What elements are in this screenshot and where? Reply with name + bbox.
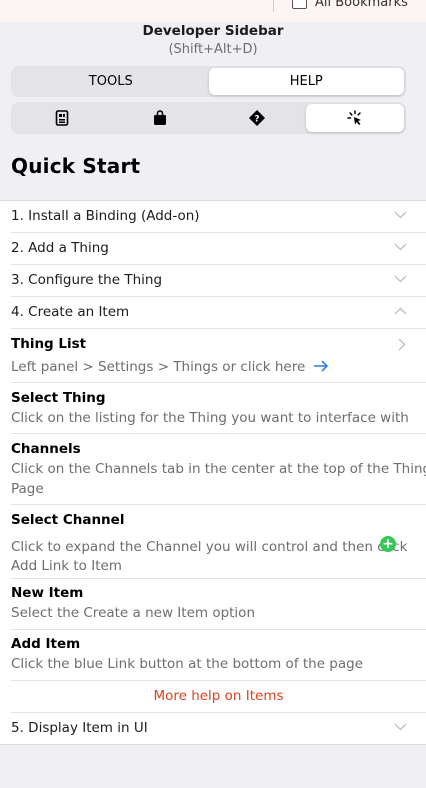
quick-start-panel: 1. Install a Binding (Add-on) 2. Add a T… <box>0 200 426 745</box>
step-description: Select the Create a new Item option <box>11 605 256 621</box>
section-configure-thing[interactable]: 3. Configure the Thing <box>11 265 426 297</box>
main-tabs: TOOLS HELP <box>11 66 406 97</box>
chevron-up-icon <box>394 307 407 315</box>
chevron-down-icon <box>394 211 407 219</box>
help-icon-tabs: ? <box>11 102 406 134</box>
step-title: Add Item <box>11 636 81 652</box>
step-title: Select Thing <box>11 390 106 406</box>
step-title: Thing List <box>11 336 87 352</box>
step-new-item: New Item Select the Create a new Item op… <box>11 579 426 630</box>
step-select-thing: Select Thing Click on the listing for th… <box>11 383 426 434</box>
bookmarks-separator <box>273 0 274 12</box>
file-icon <box>55 110 69 126</box>
more-help-link[interactable]: More help on Items <box>11 688 426 704</box>
step-add-item: Add Item Click the blue Link button at t… <box>11 630 426 681</box>
section-label: 2. Add a Thing <box>11 240 109 256</box>
tab-help[interactable]: HELP <box>208 68 404 95</box>
step-select-channel: Select Channel Click to expand the Chann… <box>11 505 426 579</box>
icon-tab-help[interactable]: ? <box>209 104 307 132</box>
svg-text:?: ? <box>255 115 260 125</box>
icon-tab-bag[interactable] <box>111 104 209 132</box>
step-title: Channels <box>11 441 81 457</box>
step-description-line1: Click to expand the Channel you will con… <box>11 539 408 555</box>
add-link-icon: + <box>380 536 396 552</box>
arrow-right-icon[interactable] <box>313 360 329 372</box>
chevron-down-icon <box>394 243 407 251</box>
section-add-thing[interactable]: 2. Add a Thing <box>11 233 426 265</box>
tab-tools[interactable]: TOOLS <box>13 68 209 95</box>
section-label: 3. Configure the Thing <box>11 272 163 288</box>
step-title: Select Channel <box>11 512 125 528</box>
icon-tab-file[interactable] <box>13 104 111 132</box>
section-display-item[interactable]: 5. Display Item in UI <box>11 713 426 745</box>
chevron-right-icon <box>398 338 406 351</box>
step-description: Left panel > Settings > Things or click … <box>11 357 329 377</box>
step-channels: Channels Click on the Channels tab in th… <box>11 434 426 505</box>
page-title: Quick Start <box>11 154 141 178</box>
section-install-binding[interactable]: 1. Install a Binding (Add-on) <box>11 201 426 233</box>
section-label: 1. Install a Binding (Add-on) <box>11 208 200 224</box>
section-label: 4. Create an Item <box>11 304 130 320</box>
step-description: Click on the listing for the Thing you w… <box>11 410 409 426</box>
sidebar-header: Developer Sidebar (Shift+Alt+D) <box>0 22 426 58</box>
sidebar-title: Developer Sidebar <box>142 23 284 39</box>
bookmarks-checkbox[interactable] <box>292 0 307 9</box>
cursor-click-icon <box>347 110 362 125</box>
step-title: New Item <box>11 585 84 601</box>
section-create-item[interactable]: 4. Create an Item <box>11 297 426 329</box>
bookmarks-label[interactable]: All Bookmarks <box>315 0 408 10</box>
step-description: Click the blue Link button at the bottom… <box>11 656 364 672</box>
bookmarks-bar: All Bookmarks <box>0 0 426 22</box>
bag-icon <box>153 110 166 125</box>
sidebar-shortcut: (Shift+Alt+D) <box>168 42 258 57</box>
help-diamond-icon: ? <box>249 110 266 126</box>
step-description-line2: Page <box>11 481 44 497</box>
chevron-down-icon <box>394 723 407 731</box>
step-description-line2: Add Link to Item <box>11 558 122 574</box>
section-label: 5. Display Item in UI <box>11 720 148 736</box>
step-thing-list[interactable]: Thing List Left panel > Settings > Thing… <box>11 329 426 383</box>
more-help-row: More help on Items <box>11 681 426 713</box>
chevron-down-icon <box>394 275 407 283</box>
step-description-line1: Click on the Channels tab in the center … <box>11 461 426 477</box>
icon-tab-cursor[interactable] <box>306 104 404 132</box>
step-description-text: Left panel > Settings > Things or click … <box>11 359 306 375</box>
